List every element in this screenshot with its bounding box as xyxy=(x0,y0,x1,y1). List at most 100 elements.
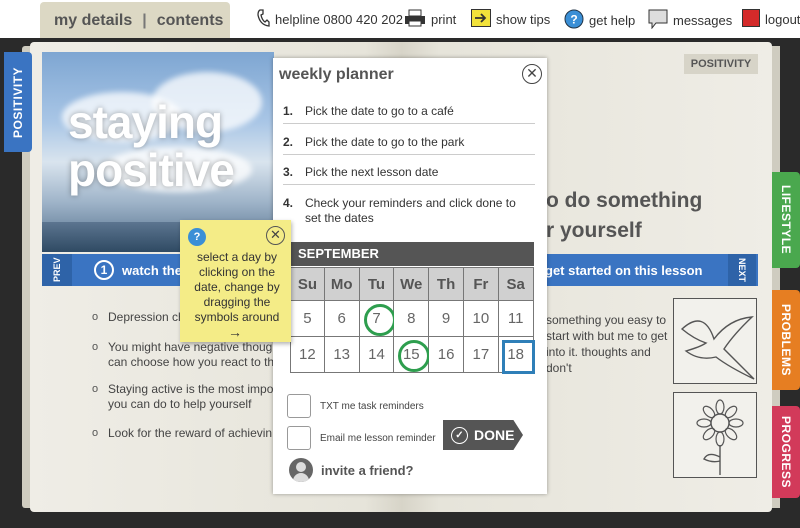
day-cell-selected[interactable]: 15 xyxy=(394,337,431,373)
invite-friend-link[interactable]: invite a friend? xyxy=(289,458,413,482)
day-cell-today[interactable]: 18 xyxy=(498,337,535,374)
txt-reminder-checkbox[interactable] xyxy=(287,394,311,418)
day-cell[interactable]: 11 xyxy=(498,301,534,337)
close-icon[interactable]: ✕ xyxy=(266,226,285,245)
task-text: Pick the date to go to the park xyxy=(305,135,465,149)
right-heading-line2: r yourself xyxy=(546,219,642,242)
day-cell[interactable]: 16 xyxy=(429,337,464,373)
top-bar: my details | contents helpline 0800 420 … xyxy=(0,0,800,40)
bird-sketch-icon xyxy=(673,298,757,384)
weekday-label: Mo xyxy=(324,267,360,301)
day-cell[interactable]: 12 xyxy=(290,337,325,373)
txt-reminder-label: TXT me task reminders xyxy=(320,401,424,412)
section-tag: POSITIVITY xyxy=(684,54,758,74)
right-heading: o do something r yourself xyxy=(546,186,702,246)
close-icon[interactable]: ✕ xyxy=(522,64,542,84)
print-label: print xyxy=(431,12,457,27)
planner-title: weekly planner xyxy=(279,66,394,83)
help-icon: ? xyxy=(564,9,584,32)
sticky-note-text: select a day by clicking on the date, ch… xyxy=(194,250,280,324)
weekday-label: Fr xyxy=(463,267,499,301)
help-icon: ? xyxy=(188,228,206,246)
get-help-button[interactable]: ? get help xyxy=(564,9,635,32)
helpline: helpline 0800 420 202 xyxy=(256,9,403,30)
my-details-link[interactable]: my details xyxy=(54,12,132,30)
contents-link[interactable]: contents xyxy=(157,12,224,30)
weekly-planner-panel: weekly planner ✕ 1. Pick the date to go … xyxy=(273,58,547,494)
tab-lifestyle[interactable]: LIFESTYLE xyxy=(772,172,800,268)
arrow-right-icon: → xyxy=(228,324,242,340)
check-icon: ✓ xyxy=(451,426,468,444)
task-number: 3. xyxy=(283,165,294,179)
day-cell[interactable]: 17 xyxy=(463,337,499,373)
next-button[interactable]: NEXT xyxy=(728,254,756,286)
email-reminder-label: Email me lesson reminder xyxy=(320,433,436,444)
weekday-label: Sa xyxy=(498,267,534,301)
nav-tabs: my details | contents xyxy=(40,2,230,40)
phone-icon xyxy=(256,9,270,30)
week-row: 5 6 7 8 9 10 11 xyxy=(290,301,534,337)
step-number: 1 xyxy=(94,260,114,280)
helpline-text: helpline 0800 420 202 xyxy=(275,12,403,27)
weekday-row: Su Mo Tu We Th Fr Sa xyxy=(290,267,534,301)
task-number: 2. xyxy=(283,135,294,149)
calendar-month-header: SEPTEMBER xyxy=(290,242,534,266)
task-item: 3. Pick the next lesson date xyxy=(283,165,535,185)
watch-link[interactable]: 1 watch the xyxy=(94,260,182,280)
help-sticky-note: ? ✕ select a day by clicking on the date… xyxy=(180,220,291,342)
get-started-link[interactable]: get started on this lesson xyxy=(545,263,702,278)
logout-icon xyxy=(742,9,760,30)
print-button[interactable]: print xyxy=(404,9,456,30)
day-cell[interactable]: 10 xyxy=(463,301,499,337)
weekday-label: Su xyxy=(290,267,325,301)
done-label: DONE xyxy=(474,427,515,443)
get-help-label: get help xyxy=(589,13,636,28)
show-tips-button[interactable]: show tips xyxy=(471,9,550,30)
tab-progress[interactable]: PROGRESS xyxy=(772,406,800,498)
task-number: 4. xyxy=(283,196,294,210)
task-text: Pick the date to go to a café xyxy=(305,104,454,118)
hero-title-line2: positive xyxy=(68,144,235,196)
calendar-grid: Su Mo Tu We Th Fr Sa 5 6 7 8 9 10 11 12 … xyxy=(290,267,535,374)
task-text: Pick the next lesson date xyxy=(305,165,439,179)
done-button[interactable]: ✓ DONE xyxy=(443,420,523,450)
right-heading-line1: o do something xyxy=(546,189,703,212)
messages-button[interactable]: messages xyxy=(648,9,732,32)
hero-title: staying positive xyxy=(68,96,235,196)
list-item: Staying active is the most impo you can … xyxy=(92,382,282,412)
day-cell[interactable]: 8 xyxy=(394,301,430,337)
invite-label: invite a friend? xyxy=(321,462,414,478)
printer-icon xyxy=(404,9,426,30)
day-cell[interactable]: 6 xyxy=(324,301,360,337)
speech-bubble-icon xyxy=(648,9,668,32)
messages-label: messages xyxy=(673,13,733,28)
person-icon xyxy=(289,458,313,482)
right-body-text: something you easy to start with but me … xyxy=(546,313,668,375)
task-item: 1. Pick the date to go to a café xyxy=(283,104,535,124)
task-number: 1. xyxy=(283,104,294,118)
nav-separator: | xyxy=(142,12,147,29)
prev-button[interactable]: PREV xyxy=(42,254,72,286)
tab-positivity[interactable]: POSITIVITY xyxy=(4,52,32,152)
weekday-label: Tu xyxy=(359,267,395,301)
task-text: Check your reminders and click done to s… xyxy=(305,196,516,225)
logout-button[interactable]: logout xyxy=(742,9,800,30)
day-cell[interactable]: 5 xyxy=(290,301,325,337)
weekday-label: Th xyxy=(429,267,464,301)
email-reminder-checkbox[interactable] xyxy=(287,426,311,450)
day-cell[interactable]: 13 xyxy=(324,337,360,373)
tab-problems[interactable]: PROBLEMS xyxy=(772,290,800,390)
sunflower-sketch-icon xyxy=(673,392,757,478)
svg-text:?: ? xyxy=(570,13,577,27)
day-cell[interactable]: 14 xyxy=(359,337,395,373)
day-cell-selected[interactable]: 7 xyxy=(359,301,396,337)
arrow-right-icon xyxy=(471,9,491,30)
week-row: 12 13 14 15 16 17 18 xyxy=(290,337,535,374)
watch-label: watch the xyxy=(122,262,182,278)
task-item: 2. Pick the date to go to the park xyxy=(283,135,535,155)
day-cell[interactable]: 9 xyxy=(429,301,464,337)
task-item: 4. Check your reminders and click done t… xyxy=(283,196,535,230)
show-tips-label: show tips xyxy=(496,12,551,27)
hero-title-line1: staying xyxy=(68,96,223,148)
weekday-label: We xyxy=(394,267,430,301)
